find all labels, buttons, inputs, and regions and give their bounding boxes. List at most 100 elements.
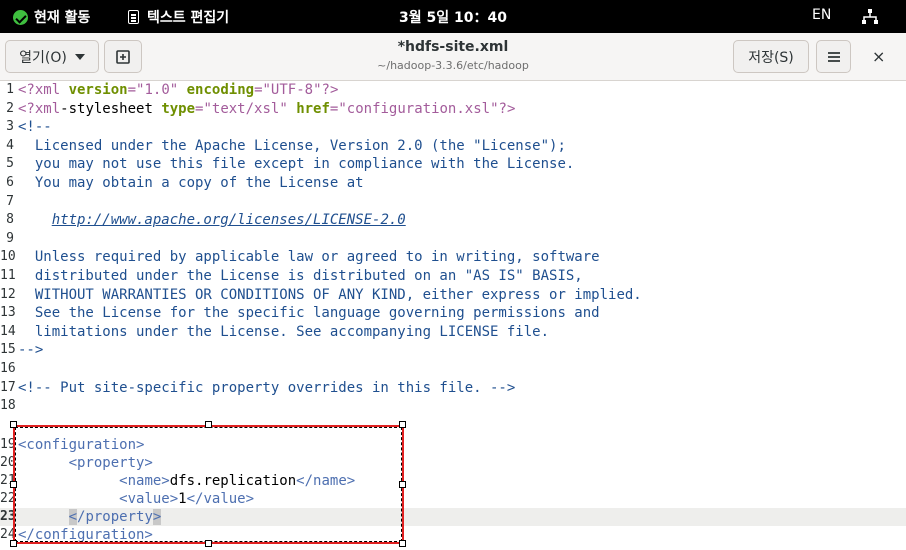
line-code: you may not use this file except in comp… <box>18 155 574 173</box>
editor-line[interactable]: 13 See the License for the specific lang… <box>0 304 906 322</box>
resize-handle-top-left[interactable] <box>10 421 17 428</box>
code-token: WITHOUT WARRANTIES OR CONDITIONS OF ANY … <box>18 286 642 303</box>
code-token: <?xml <box>18 82 69 98</box>
code-token: "text/xsl" <box>203 100 288 117</box>
editor-line[interactable]: 11 distributed under the License is dist… <box>0 267 906 285</box>
code-token: "configuration.xsl" <box>338 100 499 117</box>
editor-line[interactable]: 14 limitations under the License. See ac… <box>0 323 906 341</box>
line-number: 18 <box>0 398 16 414</box>
line-code: http://www.apache.org/licenses/LICENSE-2… <box>18 211 406 229</box>
editor-line[interactable]: 12 WITHOUT WARRANTIES OR CONDITIONS OF A… <box>0 286 906 304</box>
selection-box-dashed <box>15 427 402 542</box>
code-token: -stylesheet <box>60 100 162 117</box>
line-code: limitations under the License. See accom… <box>18 323 549 341</box>
code-token: href <box>296 100 330 117</box>
line-number: 10 <box>0 249 16 265</box>
code-token: ?> <box>321 82 339 98</box>
line-number: 6 <box>6 175 14 190</box>
code-token: http://www.apache.org/licenses/LICENSE-2… <box>51 212 406 229</box>
line-number: 3 <box>6 119 14 135</box>
line-number: 17 <box>0 379 16 395</box>
code-token: <!-- Put site-specific property override… <box>18 379 516 396</box>
line-code: Unless required by applicable law or agr… <box>18 248 600 266</box>
editor-line[interactable]: 17 <!-- Put site-specific property overri… <box>0 379 906 397</box>
editor-line[interactable]: 5 you may not use this file except in co… <box>0 155 906 173</box>
code-token: <?xml <box>18 100 61 117</box>
code-token: "UTF-8" <box>262 82 322 98</box>
resize-handle-right[interactable] <box>399 481 406 488</box>
resize-handle-bottom[interactable] <box>205 540 212 547</box>
editor-line[interactable]: 8 http://www.apache.org/licenses/LICENSE… <box>0 211 906 229</box>
editor-line[interactable]: 10 Unless required by applicable law or … <box>0 248 906 266</box>
line-code: <?xml version="1.0" encoding="UTF-8"?> <box>18 81 338 99</box>
line-number: 20 <box>0 455 16 470</box>
editor-line[interactable]: 3 <!-- <box>0 118 906 136</box>
code-token: = <box>127 82 137 98</box>
header-bar: 열기(O) *hdfs-site.xml ~/hadoop-3.3.6/etc/… <box>0 33 906 81</box>
code-token: You may obtain a copy of the License at <box>18 175 364 191</box>
editor-line[interactable]: 6 You may obtain a copy of the License a… <box>0 174 906 192</box>
line-code: <!-- <box>18 118 52 136</box>
editor-line[interactable]: 16 <box>0 360 906 378</box>
code-token: ?> <box>498 100 516 117</box>
line-code: distributed under the License is distrib… <box>18 267 583 285</box>
line-number: 1 <box>6 82 14 97</box>
line-number: 8 <box>6 212 14 228</box>
editor-line[interactable]: 9 <box>0 230 906 248</box>
line-number: 13 <box>0 305 16 321</box>
menu-icon <box>827 51 840 62</box>
line-number: 12 <box>0 286 16 302</box>
line-number: 4 <box>6 137 14 153</box>
code-token: See the License for the specific languag… <box>18 305 600 322</box>
resize-handle-left[interactable] <box>10 481 17 488</box>
line-number: 23 <box>0 509 16 524</box>
line-code: <!-- Put site-specific property override… <box>18 379 515 397</box>
editor-line[interactable]: 7 <box>0 193 906 211</box>
line-code: --> <box>18 341 43 359</box>
resize-handle-top[interactable] <box>205 421 212 428</box>
line-number: 2 <box>6 100 14 116</box>
editor-line[interactable]: 2 <?xml-stylesheet type="text/xsl" href="… <box>0 100 906 118</box>
resize-handle-bottom-left[interactable] <box>10 540 17 547</box>
code-token: Unless required by applicable law or agr… <box>18 249 600 266</box>
line-number: 15 <box>0 342 16 358</box>
editor-line[interactable]: 4 Licensed under the Apache License, Ver… <box>0 137 906 155</box>
top-bar: 현재 활동 텍스트 편집기 3월 5일 10：40 EN <box>0 0 906 33</box>
line-number: 9 <box>6 230 14 246</box>
code-token: encoding <box>186 82 255 98</box>
line-number: 5 <box>6 156 14 172</box>
line-code: See the License for the specific languag… <box>18 304 600 322</box>
close-icon[interactable]: × <box>872 47 885 66</box>
line-number: 14 <box>0 323 16 339</box>
editor-line[interactable]: 18 <box>0 397 906 415</box>
code-token: "1.0" <box>136 82 179 98</box>
code-token: = <box>254 82 263 98</box>
line-code: Licensed under the Apache License, Versi… <box>18 137 566 155</box>
code-token: Licensed under the Apache License, Versi… <box>18 137 566 154</box>
code-token: distributed under the License is distrib… <box>18 268 583 284</box>
resize-handle-top-right[interactable] <box>399 421 406 428</box>
code-token: --> <box>18 342 44 359</box>
code-token: you may not use this file except in comp… <box>18 156 575 173</box>
line-number: 16 <box>0 361 16 376</box>
line-code: <?xml-stylesheet type="text/xsl" href="c… <box>18 100 515 118</box>
network-icon[interactable] <box>862 9 878 24</box>
line-number: 19 <box>0 437 16 452</box>
code-token: limitations under the License. See accom… <box>18 323 550 340</box>
line-number: 7 <box>6 193 14 209</box>
resize-handle-bottom-right[interactable] <box>399 540 406 547</box>
save-button[interactable]: 저장(S) <box>733 40 809 73</box>
line-code: You may obtain a copy of the License at <box>18 174 364 192</box>
line-number: 22 <box>0 491 16 506</box>
clock[interactable]: 3월 5일 10：40 <box>0 7 906 27</box>
code-token: <!-- <box>18 119 52 136</box>
line-number: 11 <box>0 268 16 283</box>
hamburger-menu-button[interactable] <box>816 40 851 73</box>
editor-line[interactable]: 15 --> <box>0 341 906 359</box>
input-language[interactable]: EN <box>812 7 831 23</box>
editor-line[interactable]: 1 <?xml version="1.0" encoding="UTF-8"?> <box>0 81 906 99</box>
code-token: version <box>68 82 128 98</box>
